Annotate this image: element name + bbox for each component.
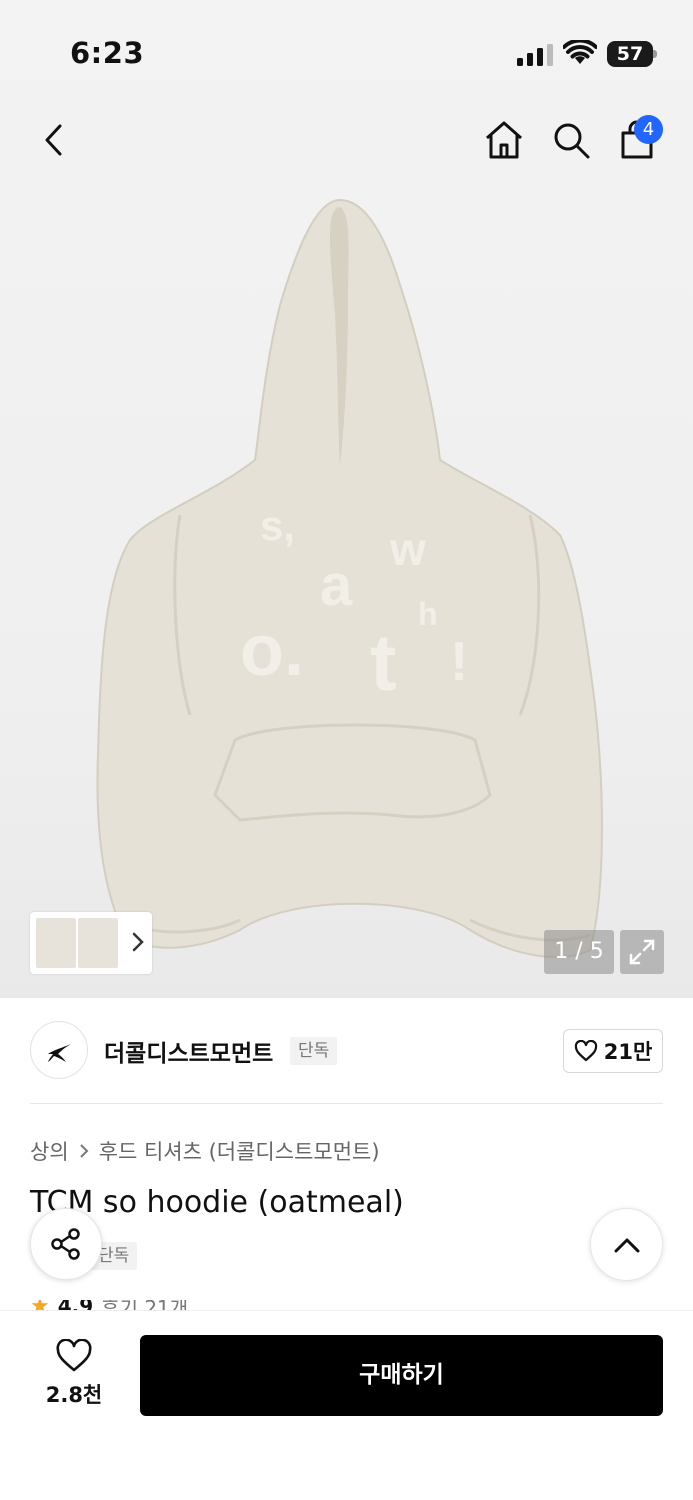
print-text-h: h [418,596,438,632]
battery-tip [653,50,657,58]
product-image: s, a w h o. t ! [96,198,603,959]
home-button[interactable] [479,115,529,165]
thumbnail-strip[interactable] [30,912,152,974]
search-button[interactable] [546,115,596,165]
search-icon [554,123,590,159]
breadcrumb: 상의 후드 티셔츠 (더콜디스트모먼트) [30,1136,380,1166]
brand-exclusive-tag: 단독 [290,1037,338,1065]
battery-level: 57 [607,41,653,67]
cart-count-badge: 4 [634,115,663,144]
share-icon [51,1228,80,1260]
thumbnail-2[interactable] [78,918,118,968]
chevron-right-icon [132,932,144,952]
brand-star-icon [48,1044,71,1062]
status-bar: 6:23 57 [0,0,693,100]
brand-like-count: 21만 [603,1040,653,1064]
breadcrumb-item-category[interactable]: 상의 [30,1136,69,1166]
back-button[interactable] [28,115,78,165]
print-text-t: t [370,618,397,707]
bottom-action-bar: 2.8천 구매하기 [0,1310,693,1500]
brand-like-button[interactable]: 21만 [563,1029,663,1073]
status-time: 6:23 [70,36,145,70]
fullscreen-button[interactable] [620,930,664,974]
print-text-w: w [389,523,426,575]
chevron-right-icon [79,1144,89,1158]
print-text-exclamation: ! [450,630,468,692]
share-button[interactable] [30,1208,102,1280]
home-icon [486,121,522,159]
breadcrumb-item-subcategory[interactable]: 후드 티셔츠 (더콜디스트모먼트) [99,1136,380,1166]
image-page-counter: 1 / 5 [544,930,614,974]
cellular-signal-icon [517,44,553,66]
print-text-a: a [320,553,353,618]
wishlist-button[interactable]: 2.8천 [30,1339,118,1419]
brand-logo[interactable] [30,1021,88,1079]
buy-button[interactable]: 구매하기 [140,1335,663,1416]
print-text-o: o. [240,611,304,691]
wishlist-count: 2.8천 [45,1383,103,1407]
product-image-gallery[interactable]: s, a w h o. t ! 6:23 57 4 1 / 5 [0,0,693,998]
chevron-up-icon [614,1238,639,1252]
brand-name[interactable]: 더콜디스트모먼트 [104,1034,273,1068]
heart-icon [574,1040,597,1062]
scroll-to-top-button[interactable] [590,1208,663,1281]
battery-indicator: 57 [607,41,657,67]
expand-icon [629,939,655,965]
thumbnail-1[interactable] [36,918,76,968]
divider [30,1103,663,1104]
chevron-left-icon [45,124,62,156]
print-text-s: s, [260,502,295,549]
heart-icon [56,1339,92,1372]
wifi-icon [563,40,597,64]
